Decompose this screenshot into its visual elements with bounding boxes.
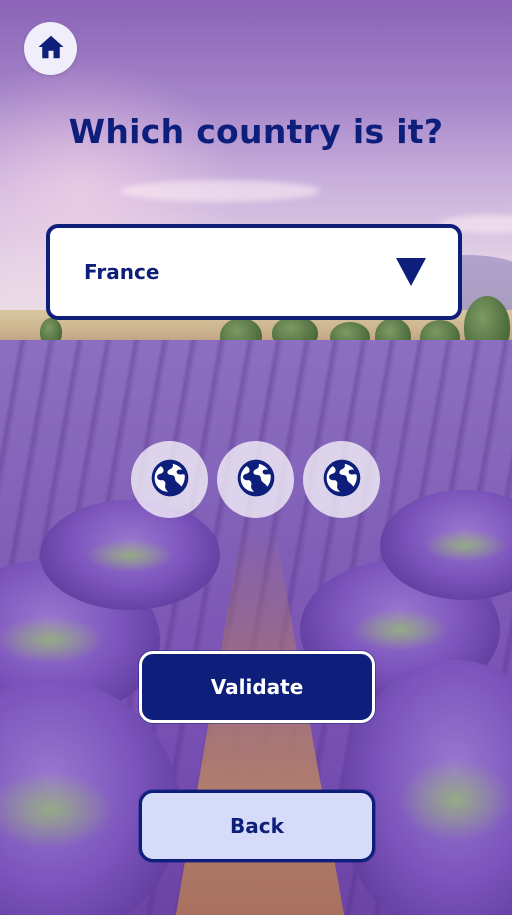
home-button[interactable] [24, 22, 77, 75]
validate-button[interactable]: Validate [139, 651, 375, 723]
triangle-down-icon [396, 258, 426, 286]
globe-icon [234, 456, 278, 504]
cloud [120, 180, 320, 202]
quiz-screen: Which country is it? France Validate Bac… [0, 0, 512, 915]
country-select[interactable]: France [46, 224, 462, 320]
hint-button-1[interactable] [131, 441, 208, 518]
home-icon [36, 32, 66, 66]
selected-country: France [84, 260, 160, 284]
globe-icon [320, 456, 364, 504]
question-title: Which country is it? [68, 112, 444, 151]
hint-button-2[interactable] [217, 441, 294, 518]
hint-buttons [131, 441, 381, 519]
back-button[interactable]: Back [139, 790, 375, 862]
globe-icon [148, 456, 192, 504]
hint-button-3[interactable] [303, 441, 380, 518]
